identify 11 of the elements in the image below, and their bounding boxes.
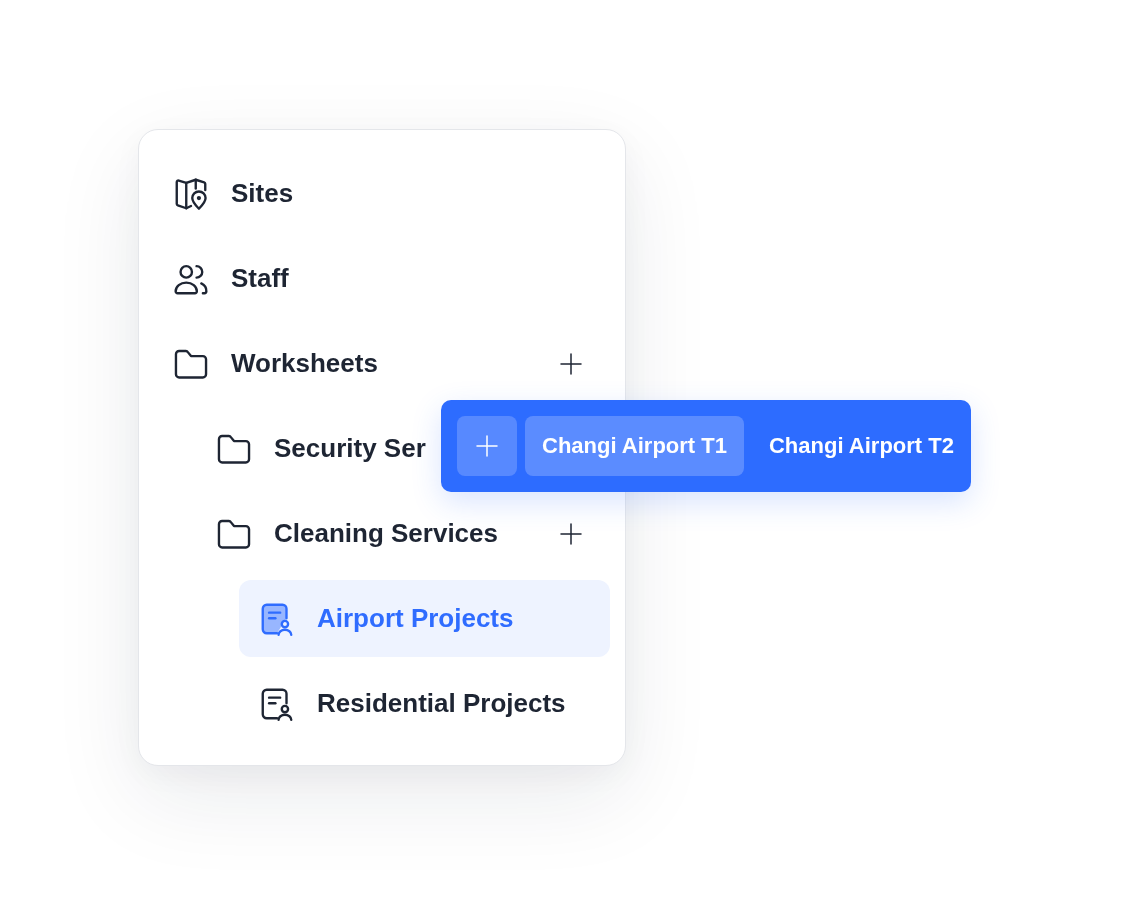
location-tab[interactable]: Changi Airport T2 — [751, 416, 971, 476]
sidebar-item[interactable]: Residential Projects — [239, 665, 570, 742]
plus-icon — [559, 351, 583, 376]
sidebar-item[interactable]: Cleaning Services — [196, 495, 502, 572]
sidebar-item[interactable]: Staff — [153, 240, 293, 317]
sidebar-item[interactable]: Sites — [153, 155, 298, 232]
sidebar-item[interactable]: Airport Projects — [239, 580, 610, 657]
plus-icon — [475, 434, 499, 458]
sidebar-item[interactable]: Worksheets — [153, 325, 382, 402]
plus-icon — [559, 521, 583, 546]
sidebar-item[interactable]: Security Ser — [196, 410, 430, 487]
